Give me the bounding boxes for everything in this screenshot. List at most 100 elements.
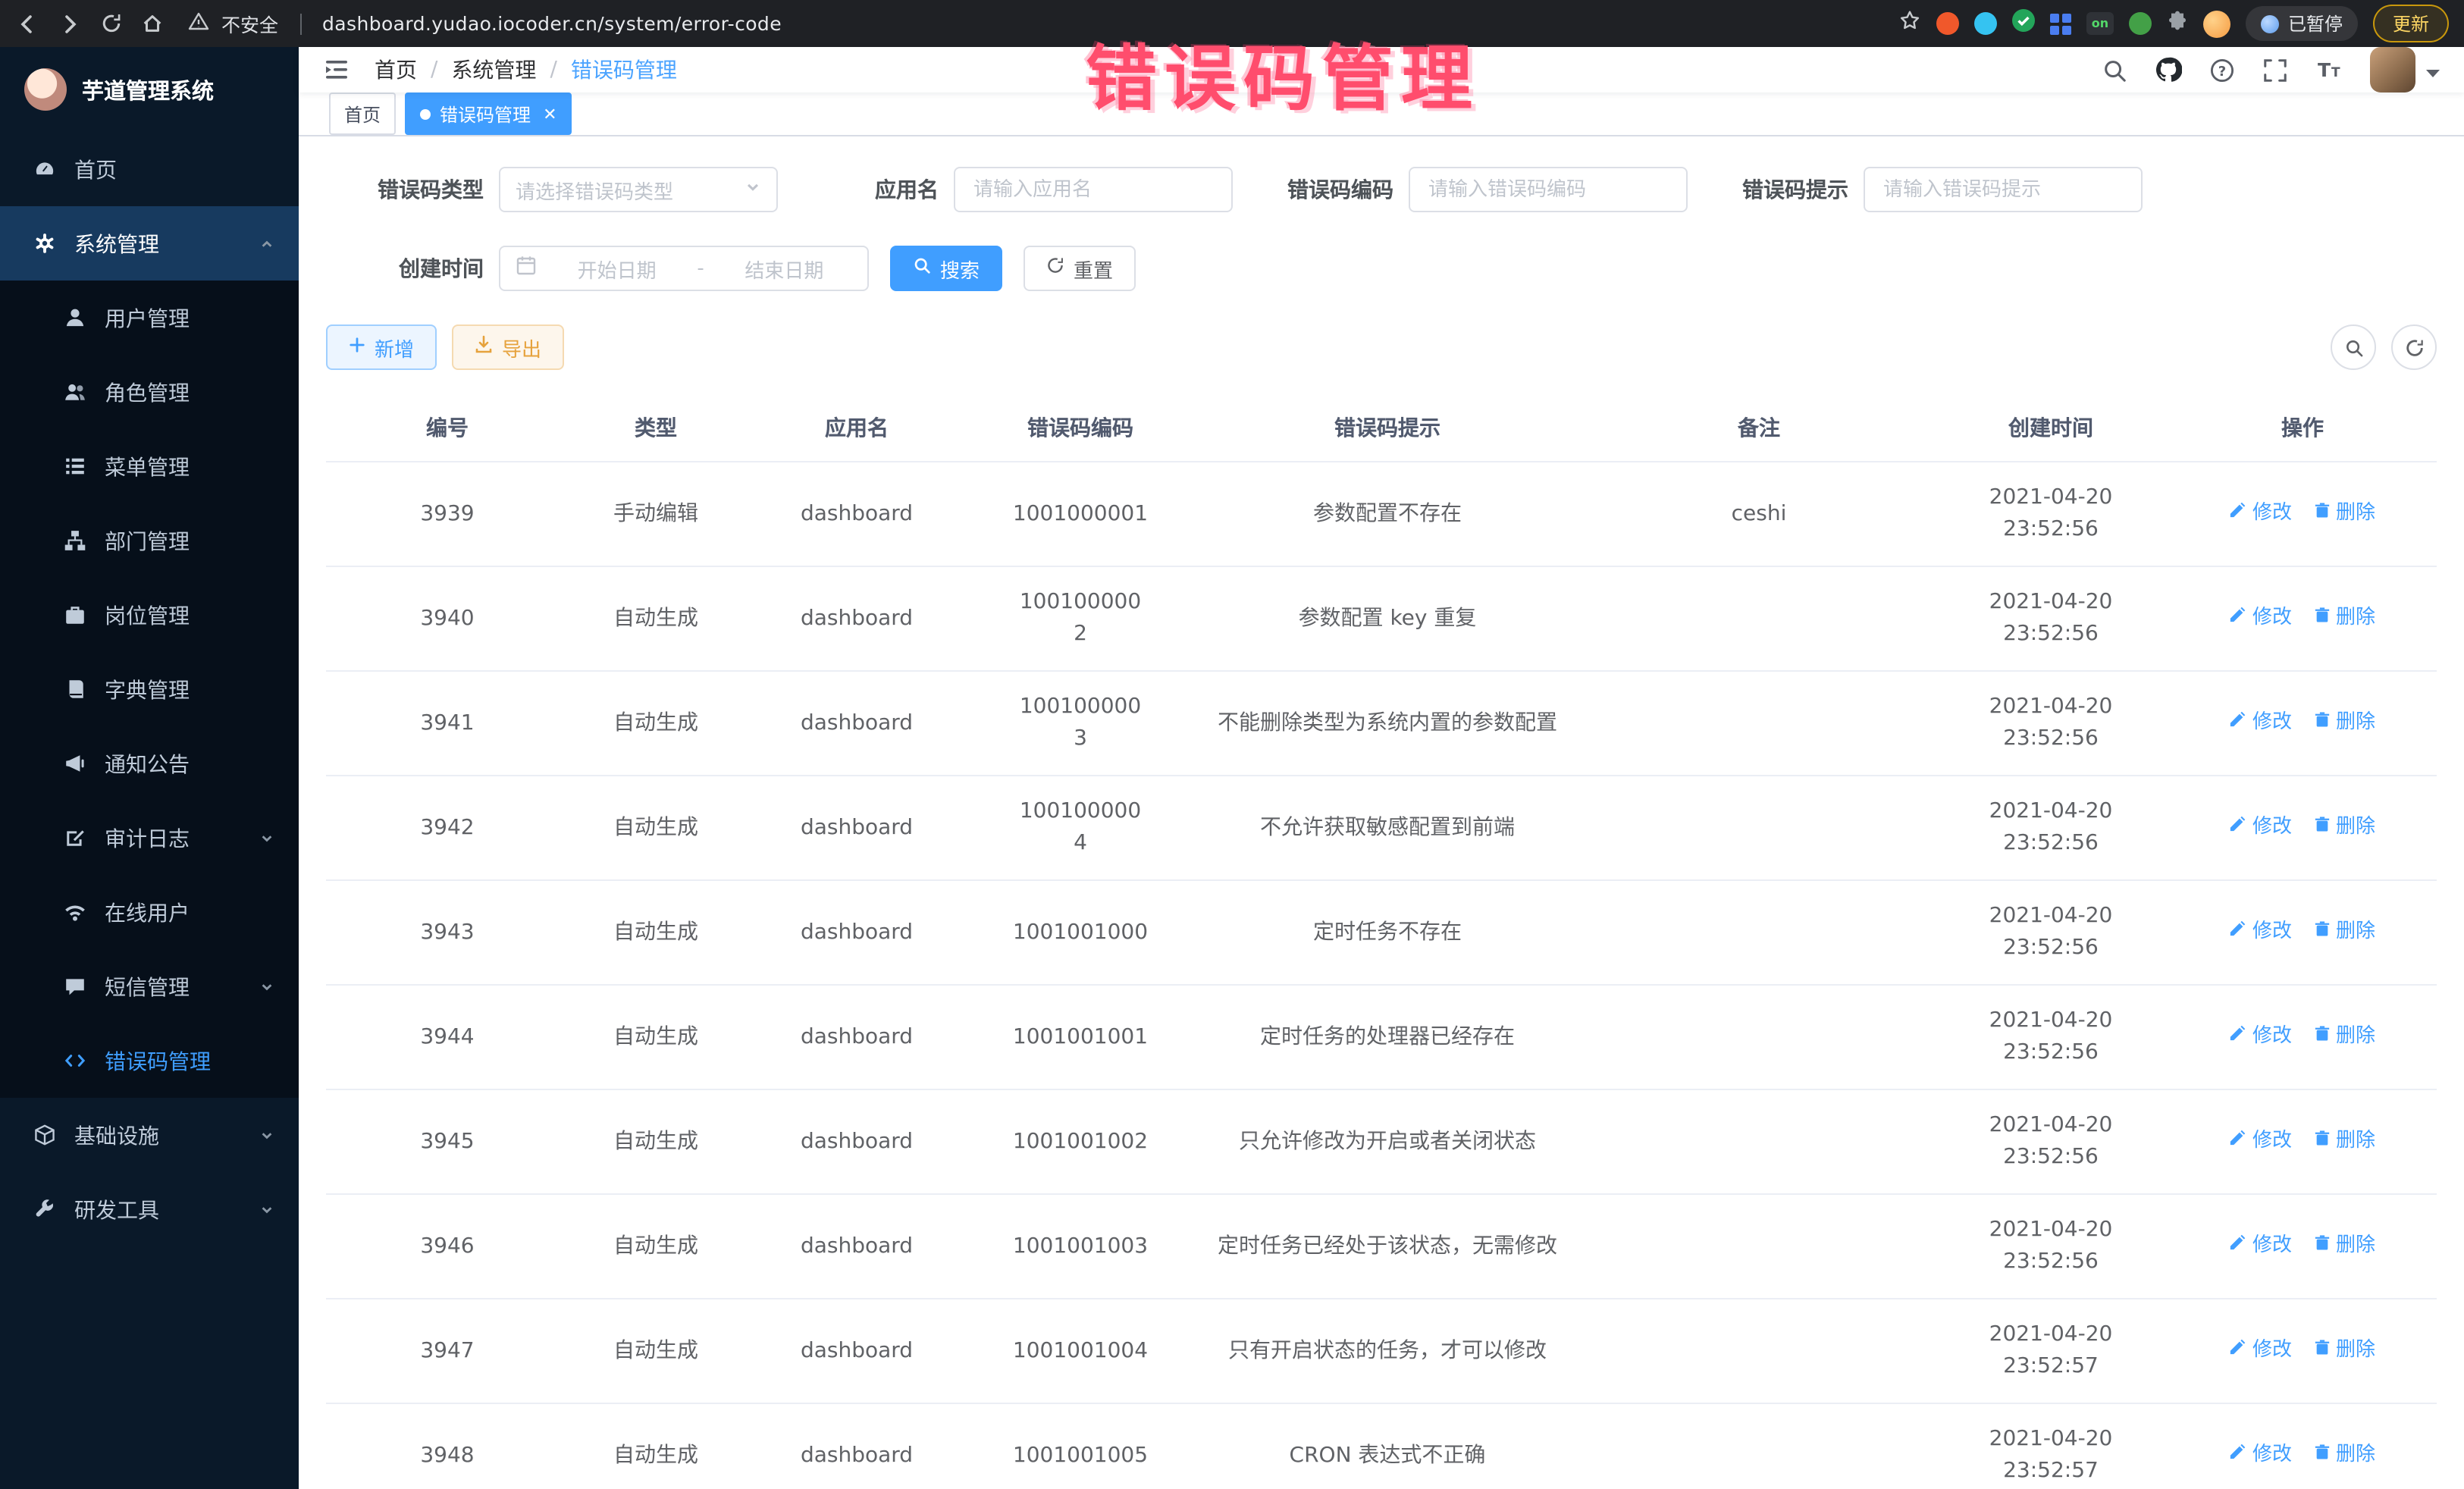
cell-id: 3943 (326, 881, 569, 986)
column-header-remark: 备注 (1585, 394, 1933, 462)
delete-link[interactable]: 删除 (2313, 500, 2375, 529)
add-button[interactable]: 新增 (326, 324, 437, 370)
cell-hint: 只允许修改为开启或者关闭状态 (1190, 1090, 1585, 1195)
cell-time: 2021-04-20 23:52:56 (1933, 1090, 2168, 1195)
sidebar-item-dept-management[interactable]: 部门管理 (0, 503, 299, 578)
browser-forward-icon[interactable] (58, 11, 82, 36)
table-body: 3939 手动编辑 dashboard 1001000001 参数配置不存在 c… (326, 462, 2437, 1489)
cell-actions: 修改 删除 (2168, 1090, 2437, 1195)
reset-button[interactable]: 重置 (1024, 246, 1136, 291)
user-menu[interactable] (2370, 47, 2440, 92)
github-icon[interactable] (2155, 56, 2182, 83)
tab-error-code-management[interactable]: 错误码管理 ✕ (405, 92, 572, 135)
pencil-icon (2230, 500, 2246, 529)
sidebar-item-menu-management[interactable]: 菜单管理 (0, 429, 299, 503)
sidebar-item-audit-log[interactable]: 审计日志 (0, 801, 299, 875)
security-label[interactable]: 不安全 (221, 9, 278, 38)
browser-update-button[interactable]: 更新 (2373, 5, 2449, 42)
edit-link-label: 修改 (2252, 709, 2292, 738)
search-icon[interactable] (2102, 57, 2127, 83)
delete-link[interactable]: 删除 (2313, 918, 2375, 948)
paused-badge[interactable]: 已暂停 (2246, 6, 2358, 41)
sidebar-toggle-icon[interactable] (323, 56, 350, 83)
browser-reload-icon[interactable] (100, 12, 123, 35)
breadcrumb: 首页 / 系统管理 / 错误码管理 (375, 55, 677, 85)
tab-close-icon[interactable]: ✕ (543, 105, 556, 122)
edit-link[interactable]: 修改 (2230, 604, 2292, 634)
edit-link[interactable]: 修改 (2230, 709, 2292, 738)
extension-icon-red[interactable] (1936, 12, 1959, 35)
extension-icon-on-badge[interactable]: on (2086, 12, 2114, 35)
app-name-input[interactable] (973, 178, 1213, 201)
cell-actions: 修改 删除 (2168, 567, 2437, 672)
sidebar-item-dict-management[interactable]: 字典管理 (0, 652, 299, 726)
help-icon[interactable]: ? (2209, 57, 2235, 83)
cell-code: 1001001000 (970, 881, 1190, 986)
edit-link[interactable]: 修改 (2230, 918, 2292, 948)
edit-link[interactable]: 修改 (2230, 813, 2292, 843)
sidebar-item-system-management[interactable]: 系统管理 (0, 206, 299, 281)
sidebar-item-label: 首页 (74, 154, 117, 184)
cell-type: 自动生成 (569, 672, 743, 776)
delete-link[interactable]: 删除 (2313, 709, 2375, 738)
breadcrumb-system[interactable]: 系统管理 (451, 55, 536, 85)
sidebar-item-dev-tools[interactable]: 研发工具 (0, 1172, 299, 1246)
font-size-icon[interactable]: TT (2315, 56, 2343, 83)
sidebar-item-infrastructure[interactable]: 基础设施 (0, 1098, 299, 1172)
export-button[interactable]: 导出 (452, 324, 564, 370)
svg-text:?: ? (2218, 63, 2226, 79)
refresh-table-button[interactable] (2391, 324, 2437, 370)
sidebar-item-post-management[interactable]: 岗位管理 (0, 578, 299, 652)
sidebar-item-error-code-management[interactable]: 错误码管理 (0, 1023, 299, 1098)
delete-link[interactable]: 删除 (2313, 1441, 2375, 1471)
sidebar-item-home[interactable]: 首页 (0, 132, 299, 206)
edit-link[interactable]: 修改 (2230, 1023, 2292, 1052)
breadcrumb-home[interactable]: 首页 (375, 55, 417, 85)
sidebar-item-notice[interactable]: 通知公告 (0, 726, 299, 801)
sidebar-item-role-management[interactable]: 角色管理 (0, 355, 299, 429)
sidebar-item-online-users[interactable]: 在线用户 (0, 875, 299, 949)
extension-icon-blue[interactable] (1974, 12, 1997, 35)
cell-hint: 定时任务的处理器已经存在 (1190, 986, 1585, 1090)
toggle-search-button[interactable] (2331, 324, 2376, 370)
tab-home[interactable]: 首页 (329, 92, 396, 135)
browser-profile-avatar[interactable] (2203, 10, 2230, 37)
edit-link[interactable]: 修改 (2230, 500, 2292, 529)
browser-home-icon[interactable] (141, 12, 164, 35)
table-toolbar: 新增 导出 (326, 324, 2437, 370)
extension-icon-grid[interactable] (2050, 13, 2071, 34)
breadcrumb-current: 错误码管理 (571, 55, 677, 85)
edit-link[interactable]: 修改 (2230, 1127, 2292, 1157)
url-text[interactable]: dashboard.yudao.iocoder.cn/system/error-… (322, 12, 782, 35)
date-range-picker[interactable]: 开始日期 - 结束日期 (499, 246, 869, 291)
delete-link[interactable]: 删除 (2313, 604, 2375, 634)
edit-link[interactable]: 修改 (2230, 1441, 2292, 1471)
delete-link-label: 删除 (2336, 1232, 2375, 1262)
error-code-input[interactable] (1428, 178, 1668, 201)
edit-link[interactable]: 修改 (2230, 1232, 2292, 1262)
delete-link[interactable]: 删除 (2313, 1337, 2375, 1366)
search-button[interactable]: 搜索 (890, 246, 1002, 291)
fullscreen-icon[interactable] (2262, 57, 2288, 83)
edit-link[interactable]: 修改 (2230, 1337, 2292, 1366)
security-warning-icon[interactable] (188, 11, 209, 36)
browser-back-icon[interactable] (15, 11, 39, 36)
sidebar-item-sms-management[interactable]: 短信管理 (0, 949, 299, 1023)
delete-link[interactable]: 删除 (2313, 1023, 2375, 1052)
edit-link-label: 修改 (2252, 1127, 2292, 1157)
cell-id: 3941 (326, 672, 569, 776)
bookmark-star-icon[interactable] (1898, 9, 1921, 38)
edit-link-label: 修改 (2252, 813, 2292, 843)
app-logo[interactable]: 芋道管理系统 (0, 47, 299, 132)
extension-icon-check[interactable] (2012, 9, 2035, 38)
delete-link[interactable]: 删除 (2313, 1127, 2375, 1157)
sidebar-item-user-management[interactable]: 用户管理 (0, 281, 299, 355)
extensions-puzzle-icon[interactable] (2167, 9, 2188, 38)
error-hint-input[interactable] (1883, 178, 2123, 201)
delete-link[interactable]: 删除 (2313, 813, 2375, 843)
delete-link[interactable]: 删除 (2313, 1232, 2375, 1262)
extension-icon-green[interactable] (2129, 12, 2152, 35)
error-type-select[interactable]: 请选择错误码类型 (499, 167, 778, 212)
svg-text:T: T (2331, 65, 2340, 80)
cell-app: dashboard (743, 462, 970, 567)
